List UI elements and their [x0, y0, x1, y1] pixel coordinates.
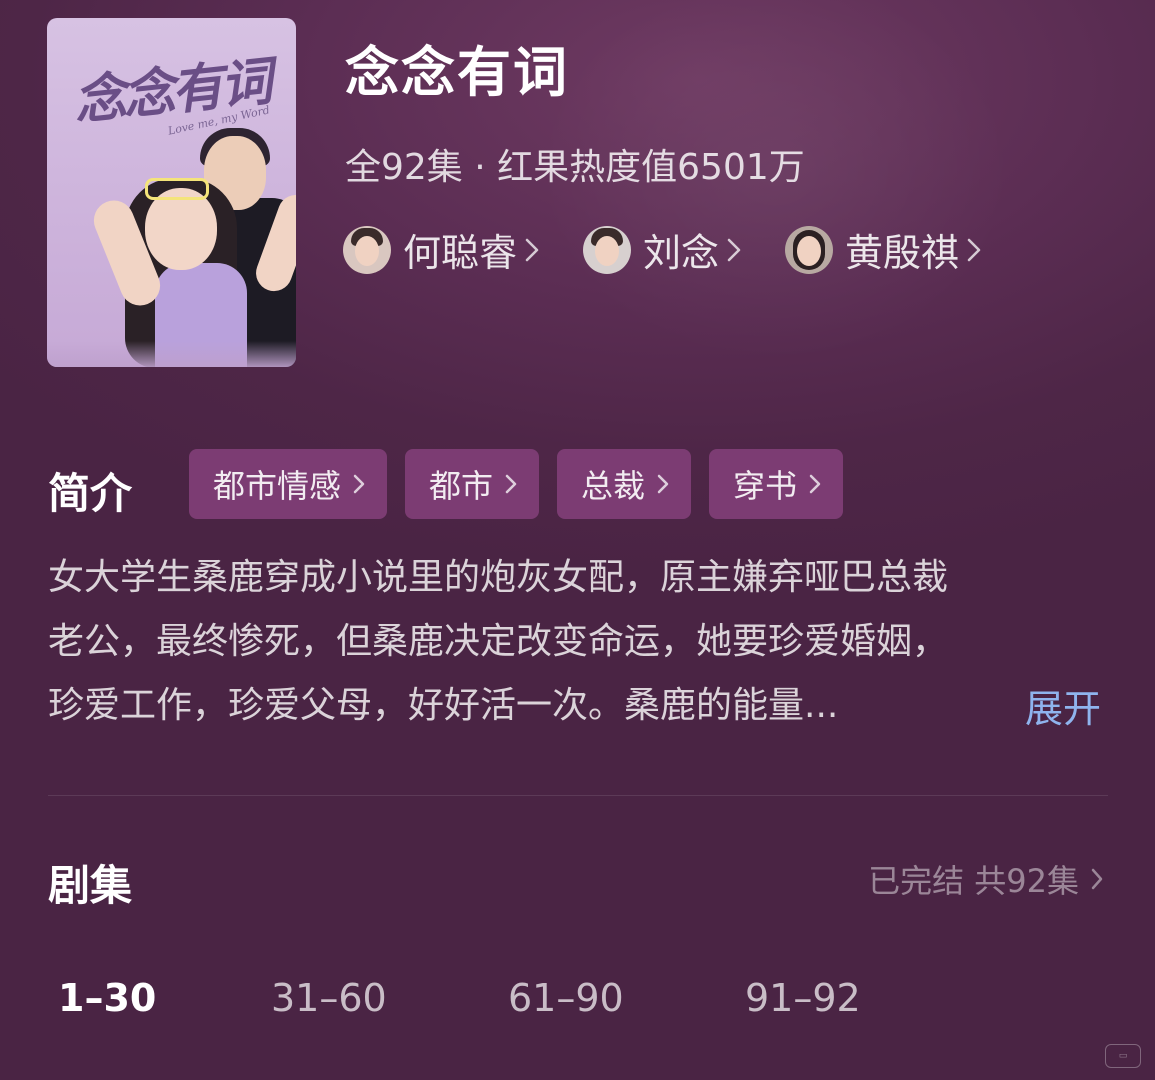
- genre-tag-label: 都市: [429, 467, 494, 505]
- cast-item[interactable]: 黄殷祺: [785, 222, 981, 277]
- chevron-right-icon: [525, 238, 539, 262]
- tab-episodes-61-90[interactable]: 61–90: [508, 976, 624, 1020]
- synopsis-heading: 简介: [48, 469, 133, 518]
- synopsis-line: 珍爱工作，珍爱父母，好好活一次。桑鹿的能量...: [48, 685, 839, 726]
- genre-tag-label: 都市情感: [213, 467, 342, 505]
- cast-list: 何聪睿 刘念 黄殷祺: [343, 222, 1025, 277]
- genre-tags: 都市情感 都市 总裁 穿书: [189, 449, 861, 519]
- episodes-heading: 剧集: [48, 861, 133, 910]
- poster-female-face: [145, 188, 217, 270]
- cast-item[interactable]: 刘念: [583, 222, 741, 277]
- chevron-right-icon: [1091, 868, 1103, 890]
- poster-credits: [47, 341, 296, 367]
- genre-tag[interactable]: 穿书: [709, 449, 844, 519]
- episodes-status: 已完结 共92集: [868, 862, 1079, 900]
- poster-title-art: 念念有词: [70, 51, 273, 133]
- synopsis-text[interactable]: 女大学生桑鹿穿成小说里的炮灰女配，原主嫌弃哑巴总裁 老公，最终惨死，但桑鹿决定改…: [48, 546, 1113, 738]
- poster-image[interactable]: 念念有词 Love me, my Word: [47, 18, 296, 367]
- genre-tag-label: 穿书: [733, 467, 798, 505]
- show-title: 念念有词: [345, 41, 569, 104]
- tab-episodes-31-60[interactable]: 31–60: [271, 976, 387, 1020]
- cast-name: 何聪睿: [403, 231, 518, 275]
- chevron-right-icon: [727, 238, 741, 262]
- cast-item[interactable]: 何聪睿: [343, 222, 539, 277]
- watermark-logo: ▭: [1105, 1044, 1141, 1068]
- chevron-right-icon: [505, 474, 517, 494]
- avatar: [583, 225, 632, 274]
- cast-name: 刘念: [643, 231, 720, 275]
- poster-sunglasses: [145, 178, 209, 200]
- chevron-right-icon: [967, 238, 981, 262]
- tab-episodes-91-92[interactable]: 91–92: [745, 976, 861, 1020]
- synopsis-line: 老公，最终惨死，但桑鹿决定改变命运，她要珍爱婚姻，: [48, 621, 949, 662]
- avatar: [785, 225, 834, 274]
- chevron-right-icon: [809, 474, 821, 494]
- episodes-status-link[interactable]: 已完结 共92集: [868, 856, 1103, 902]
- synopsis-line: 女大学生桑鹿穿成小说里的炮灰女配，原主嫌弃哑巴总裁: [48, 557, 949, 598]
- expand-link[interactable]: 展开: [1025, 678, 1101, 733]
- genre-tag[interactable]: 总裁: [557, 449, 692, 519]
- tab-episodes-1-30[interactable]: 1–30: [58, 976, 156, 1020]
- genre-tag[interactable]: 都市: [405, 449, 540, 519]
- chevron-right-icon: [657, 474, 669, 494]
- genre-tag-label: 总裁: [581, 467, 646, 505]
- genre-tag[interactable]: 都市情感: [189, 449, 388, 519]
- divider: [48, 795, 1108, 796]
- show-meta: 全92集 · 红果热度值6501万: [345, 147, 805, 188]
- cast-name: 黄殷祺: [845, 231, 960, 275]
- background-art: [515, 0, 1035, 380]
- chevron-right-icon: [353, 474, 365, 494]
- avatar: [343, 225, 391, 274]
